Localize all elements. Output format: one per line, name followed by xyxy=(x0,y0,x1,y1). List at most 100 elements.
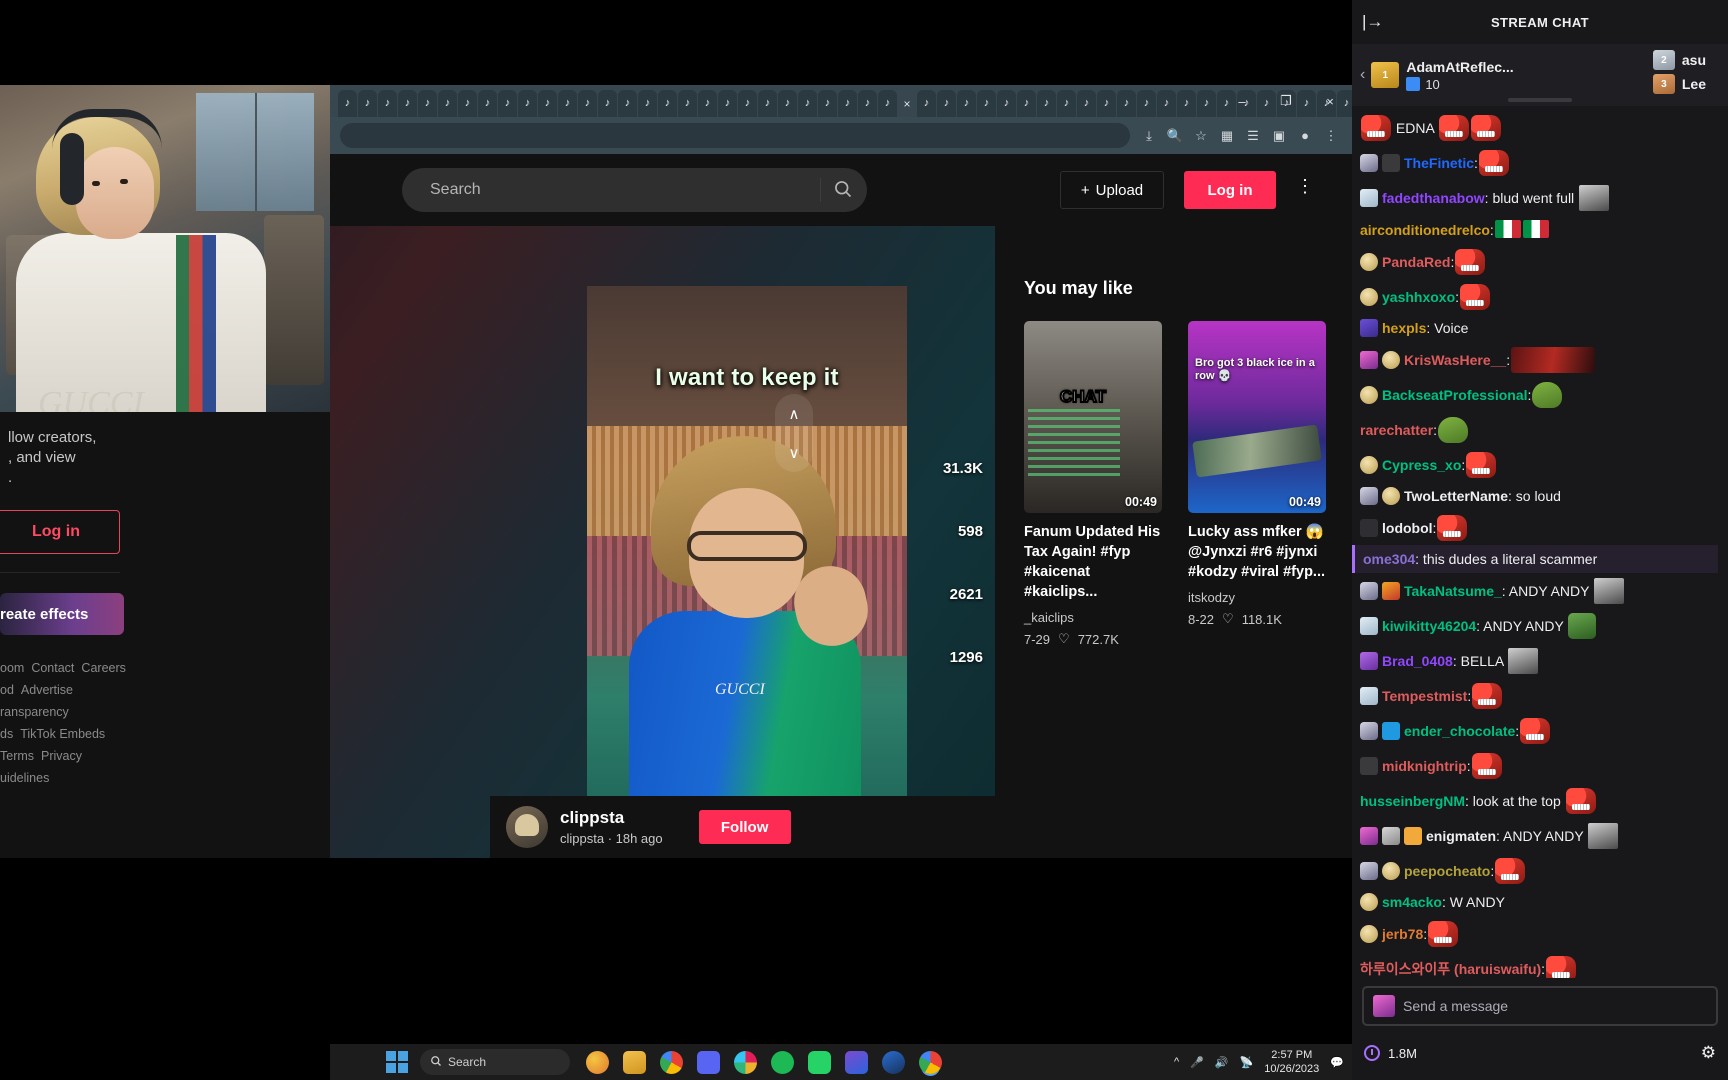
browser-tab[interactable]: ♪ xyxy=(338,90,357,117)
tiktok-login-button[interactable]: Log in xyxy=(1184,171,1276,209)
chat-message[interactable]: yashhxoxo: xyxy=(1360,279,1718,314)
file-explorer-icon[interactable] xyxy=(623,1050,646,1074)
chat-message[interactable]: TakaNatsume_: ANDY ANDY xyxy=(1360,573,1718,608)
extensions-icon[interactable]: ▦ xyxy=(1214,128,1240,144)
reading-list-icon[interactable]: ☰ xyxy=(1240,128,1266,144)
start-button-icon[interactable] xyxy=(386,1051,408,1073)
card-thumbnail[interactable]: Bro got 3 black ice in a row 💀 00:49 xyxy=(1188,321,1326,513)
install-app-icon[interactable]: ⤓ xyxy=(1136,128,1162,144)
leaderboard-entry[interactable]: 2 asu xyxy=(1652,50,1706,70)
browser-tab[interactable]: ♪ xyxy=(858,90,877,117)
browser-tab[interactable]: ♪ xyxy=(618,90,637,117)
gear-icon[interactable]: ⚙ xyxy=(1701,1043,1716,1063)
browser-tab[interactable]: ♪ xyxy=(1157,90,1176,117)
chat-username[interactable]: TwoLetterName xyxy=(1404,488,1508,504)
browser-tab[interactable]: ♪ xyxy=(957,90,976,117)
footer-link[interactable]: ds xyxy=(0,727,13,741)
browser-tab[interactable]: ♪ xyxy=(1097,90,1116,117)
footer-link[interactable]: uidelines xyxy=(0,771,49,785)
browser-tab[interactable]: ♪ xyxy=(558,90,577,117)
leaderboard-prev-arrow[interactable]: ‹ xyxy=(1360,66,1365,84)
footer-link[interactable]: Careers xyxy=(81,661,125,675)
slack-icon[interactable] xyxy=(734,1050,757,1074)
browser-tab[interactable]: ♪ xyxy=(1037,90,1056,117)
nav-down-icon[interactable]: ∨ xyxy=(789,444,800,462)
chat-username[interactable]: lodobol xyxy=(1382,520,1433,536)
browser-tab[interactable]: ♪ xyxy=(1017,90,1036,117)
mic-icon[interactable]: 🎤 xyxy=(1190,1056,1204,1069)
chat-username[interactable]: BackseatProfessional xyxy=(1382,387,1528,403)
chat-message[interactable]: KrisWasHere__: xyxy=(1360,342,1718,377)
taskbar-search-box[interactable]: Search xyxy=(420,1049,570,1075)
browser-tab[interactable]: ♪ xyxy=(398,90,417,117)
sidebar-create-effects-button[interactable]: reate effects xyxy=(0,593,124,635)
spotify-icon[interactable] xyxy=(771,1050,794,1074)
card-title[interactable]: Fanum Updated His Tax Again! #fyp #kaice… xyxy=(1024,522,1162,602)
footer-link[interactable]: oom xyxy=(0,661,24,675)
chat-message[interactable]: Brad_0408: BELLA xyxy=(1360,643,1718,678)
browser-tab[interactable]: ♪ xyxy=(518,90,537,117)
profile-avatar-icon[interactable]: ● xyxy=(1292,128,1318,143)
browser-tab[interactable]: ♪ xyxy=(997,90,1016,117)
chat-message[interactable]: Cypress_xo: xyxy=(1360,447,1718,482)
chrome-icon[interactable] xyxy=(660,1050,683,1074)
browser-tab[interactable]: ♪ xyxy=(977,90,996,117)
browser-tab[interactable]: ♪ xyxy=(1077,90,1096,117)
leaderboard-entry[interactable]: 3 Lee xyxy=(1652,74,1706,94)
browser-tab[interactable]: ♪ xyxy=(418,90,437,117)
chat-username[interactable]: sm4acko xyxy=(1382,894,1442,910)
chat-message[interactable]: sm4acko: W ANDY xyxy=(1360,888,1718,916)
chat-message[interactable]: airconditionedrelco: xyxy=(1360,215,1718,244)
search-icon[interactable] xyxy=(833,179,853,204)
chat-username[interactable]: jerb78 xyxy=(1382,926,1423,942)
photoshop-icon[interactable] xyxy=(845,1050,868,1074)
chat-username[interactable]: Cypress_xo xyxy=(1382,457,1461,473)
zoom-icon[interactable]: 🔍 xyxy=(1162,128,1188,144)
browser-tab[interactable]: ♪ xyxy=(458,90,477,117)
browser-tab[interactable]: ♪ xyxy=(1137,90,1156,117)
chat-message[interactable]: husseinbergNM: look at the top xyxy=(1360,783,1718,818)
browser-tab[interactable]: ♪ xyxy=(678,90,697,117)
chat-message[interactable]: PandaRed: xyxy=(1360,244,1718,279)
weather-icon[interactable] xyxy=(586,1050,609,1074)
side-panel-icon[interactable]: ▣ xyxy=(1266,128,1292,144)
browser-tab[interactable]: ♪ xyxy=(1117,90,1136,117)
footer-link[interactable]: Advertise xyxy=(21,683,73,697)
footer-link[interactable]: ransparency xyxy=(0,705,69,719)
notification-icon[interactable]: 💬 xyxy=(1330,1056,1344,1069)
chat-message[interactable]: TwoLetterName: so loud xyxy=(1360,482,1718,510)
browser-tab[interactable]: ♪ xyxy=(718,90,737,117)
chat-message[interactable]: kiwikitty46204: ANDY ANDY xyxy=(1360,608,1718,643)
chat-username[interactable]: TheFinetic xyxy=(1404,155,1474,171)
browser-tab[interactable]: ♪ xyxy=(578,90,597,117)
footer-link[interactable]: TikTok Embeds xyxy=(20,727,105,741)
browser-tab[interactable]: ♪ xyxy=(698,90,717,117)
chat-message[interactable]: 하루이스와이푸 (haruiswaifu): xyxy=(1360,951,1718,978)
browser-tab[interactable]: ♪ xyxy=(658,90,677,117)
chat-username[interactable]: airconditionedrelco xyxy=(1360,222,1490,238)
chat-username[interactable]: husseinbergNM xyxy=(1360,793,1465,809)
chat-username[interactable]: PandaRed xyxy=(1382,254,1450,270)
browser-tab[interactable]: ♪ xyxy=(438,90,457,117)
chat-message[interactable]: ender_chocolate: xyxy=(1360,713,1718,748)
card-author[interactable]: itskodzy xyxy=(1188,590,1326,605)
chat-username[interactable]: KrisWasHere__ xyxy=(1404,352,1506,368)
browser-tab[interactable]: ♪ xyxy=(878,90,897,117)
steam-icon[interactable] xyxy=(882,1050,905,1074)
browser-tab[interactable]: ♪ xyxy=(838,90,857,117)
upload-button[interactable]: + Upload xyxy=(1060,171,1164,209)
chat-message[interactable]: midknightrip: xyxy=(1360,748,1718,783)
chat-username[interactable]: rarechatter xyxy=(1360,422,1433,438)
chat-message[interactable]: hexpls: Voice xyxy=(1360,314,1718,342)
tiktok-video-player[interactable]: GUCCI I want to keep it ∧ ∨ 31.3K 598 26… xyxy=(330,226,995,858)
browser-tab[interactable]: ♪ xyxy=(358,90,377,117)
browser-tab[interactable]: ♪ xyxy=(1197,90,1216,117)
chat-username[interactable]: Brad_0408 xyxy=(1382,653,1453,669)
whatsapp-icon[interactable] xyxy=(808,1050,831,1074)
video-nav-arrows[interactable]: ∧ ∨ xyxy=(775,394,813,472)
follow-button[interactable]: Follow xyxy=(698,810,791,844)
recommended-card[interactable]: Bro got 3 black ice in a row 💀 00:49 Luc… xyxy=(1188,321,1326,647)
chat-username[interactable]: 하루이스와이푸 (haruiswaifu) xyxy=(1360,961,1541,977)
maximize-button[interactable]: ❐ xyxy=(1264,93,1308,109)
browser-tab[interactable]: ♪ xyxy=(937,90,956,117)
